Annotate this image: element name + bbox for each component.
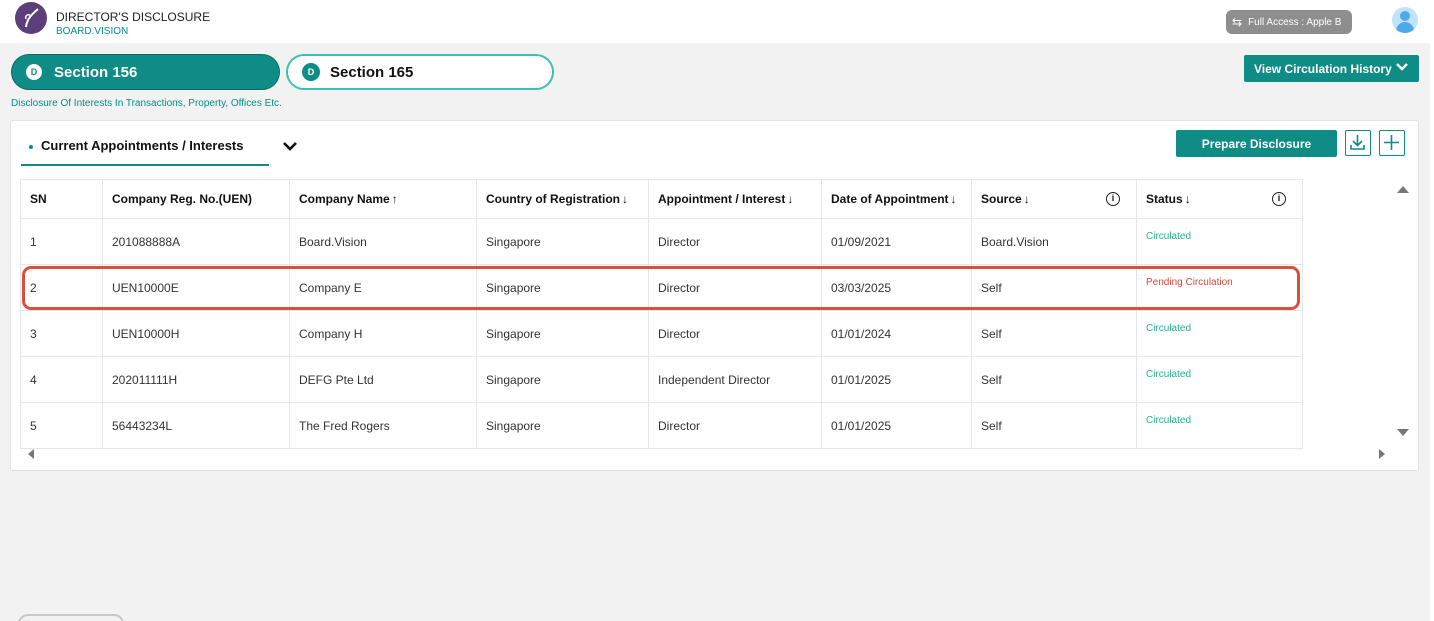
add-button[interactable] — [1379, 130, 1405, 156]
cell-company-name: Board.Vision — [289, 218, 477, 265]
section-description: Disclosure Of Interests In Transactions,… — [11, 98, 282, 109]
cell-source: Self — [971, 264, 1137, 311]
column-header-sn[interactable]: SN — [20, 179, 103, 219]
appointments-panel: Current Appointments / Interests Prepare… — [10, 120, 1419, 471]
cell-company-name: Company H — [289, 310, 477, 357]
sort-up-icon[interactable]: ↑ — [392, 192, 398, 206]
swap-arrows-icon: ⇆ — [1232, 15, 1243, 29]
column-header-source[interactable]: Source ↓ i — [971, 179, 1137, 219]
scroll-up-arrow-icon[interactable] — [1397, 186, 1409, 193]
cell-uen: 201088888A — [102, 218, 290, 265]
app-title: DIRECTOR'S DISCLOSURE — [56, 10, 211, 24]
cell-sn: 3 — [20, 310, 103, 357]
column-header-date[interactable]: Date of Appointment ↓ — [821, 179, 972, 219]
tab-label: Current Appointments / Interests — [41, 138, 244, 153]
cell-source: Self — [971, 310, 1137, 357]
tab-section-156[interactable]: D Section 156 — [11, 54, 280, 90]
access-switch-button[interactable]: ⇆ Full Access : Apple B — [1226, 10, 1352, 34]
column-header-uen[interactable]: Company Reg. No.(UEN) — [102, 179, 290, 219]
cell-uen: 56443234L — [102, 402, 290, 449]
cell-source: Self — [971, 356, 1137, 403]
cell-company-name: Company E — [289, 264, 477, 311]
cell-company-name: DEFG Pte Ltd — [289, 356, 477, 403]
sort-down-icon[interactable]: ↓ — [1024, 192, 1030, 206]
cell-appointment: Director — [648, 310, 822, 357]
cell-date: 01/09/2021 — [821, 218, 972, 265]
cell-uen: UEN10000H — [102, 310, 290, 357]
status-badge: Pending Circulation — [1136, 264, 1303, 311]
cell-sn: 4 — [20, 356, 103, 403]
column-header-company-name[interactable]: Company Name ↑ — [289, 179, 477, 219]
sort-down-icon[interactable]: ↓ — [622, 192, 628, 206]
bottom-partial-button[interactable] — [18, 614, 124, 621]
sort-down-icon[interactable]: ↓ — [951, 192, 957, 206]
sort-down-icon[interactable]: ↓ — [1185, 192, 1191, 206]
cell-date: 03/03/2025 — [821, 264, 972, 311]
info-icon[interactable]: i — [1106, 192, 1120, 206]
plus-icon — [1384, 135, 1399, 150]
view-circulation-history-button[interactable]: View Circulation History — [1244, 55, 1419, 82]
section-badge-icon: D — [26, 64, 42, 80]
table-row[interactable]: 2 UEN10000E Company E Singapore Director… — [20, 264, 1303, 311]
section-label: Section 165 — [330, 63, 414, 81]
info-icon[interactable]: i — [1272, 192, 1286, 206]
table-row[interactable]: 5 56443234L The Fred Rogers Singapore Di… — [20, 402, 1303, 449]
status-badge: Circulated — [1136, 402, 1303, 449]
scroll-down-arrow-icon[interactable] — [1397, 429, 1409, 436]
view-history-label: View Circulation History — [1254, 61, 1392, 76]
column-header-status[interactable]: Status ↓ i — [1136, 179, 1303, 219]
board-vision-logo[interactable] — [15, 2, 47, 34]
download-button[interactable] — [1345, 130, 1371, 156]
tab-section-165[interactable]: D Section 165 — [286, 54, 554, 90]
cell-source: Self — [971, 402, 1137, 449]
access-label: Full Access : Apple B — [1248, 16, 1342, 28]
sort-down-icon[interactable]: ↓ — [787, 192, 793, 206]
feather-logo-icon — [25, 8, 39, 28]
page-edge — [1430, 0, 1434, 621]
section-badge-icon: D — [302, 63, 320, 81]
cell-sn: 5 — [20, 402, 103, 449]
section-label: Section 156 — [54, 63, 138, 81]
cell-sn: 2 — [20, 264, 103, 311]
cell-company-name: The Fred Rogers — [289, 402, 477, 449]
status-badge: Circulated — [1136, 218, 1303, 265]
cell-source: Board.Vision — [971, 218, 1137, 265]
cell-appointment: Independent Director — [648, 356, 822, 403]
cell-appointment: Director — [648, 402, 822, 449]
scroll-right-arrow-icon[interactable] — [1379, 449, 1385, 459]
scroll-left-arrow-icon[interactable] — [28, 449, 34, 459]
appointments-table: SN Company Reg. No.(UEN) Company Name ↑ C… — [20, 179, 1303, 449]
column-header-appointment[interactable]: Appointment / Interest ↓ — [648, 179, 822, 219]
cell-country: Singapore — [476, 218, 649, 265]
chevron-down-icon[interactable] — [281, 137, 299, 155]
bullet-dot-icon — [29, 145, 33, 149]
cell-country: Singapore — [476, 402, 649, 449]
top-bar: DIRECTOR'S DISCLOSURE BOARD.VISION ⇆ Ful… — [0, 0, 1430, 43]
cell-uen: UEN10000E — [102, 264, 290, 311]
chevron-down-icon — [1396, 63, 1408, 71]
table-row[interactable]: 1 201088888A Board.Vision Singapore Dire… — [20, 218, 1303, 265]
cell-date: 01/01/2025 — [821, 356, 972, 403]
table-row[interactable]: 4 202011111H DEFG Pte Ltd Singapore Inde… — [20, 356, 1303, 403]
cell-appointment: Director — [648, 264, 822, 311]
status-badge: Circulated — [1136, 310, 1303, 357]
cell-country: Singapore — [476, 310, 649, 357]
cell-country: Singapore — [476, 264, 649, 311]
cell-country: Singapore — [476, 356, 649, 403]
download-icon — [1350, 135, 1365, 150]
cell-date: 01/01/2025 — [821, 402, 972, 449]
cell-date: 01/01/2024 — [821, 310, 972, 357]
cell-uen: 202011111H — [102, 356, 290, 403]
user-avatar-icon[interactable] — [1392, 7, 1418, 33]
cell-appointment: Director — [648, 218, 822, 265]
prepare-disclosure-button[interactable]: Prepare Disclosure — [1176, 130, 1337, 157]
column-header-country[interactable]: Country of Registration ↓ — [476, 179, 649, 219]
tab-current-appointments[interactable]: Current Appointments / Interests — [21, 133, 269, 166]
table-row[interactable]: 3 UEN10000H Company H Singapore Director… — [20, 310, 1303, 357]
status-badge: Circulated — [1136, 356, 1303, 403]
table-header-row: SN Company Reg. No.(UEN) Company Name ↑ C… — [20, 179, 1303, 219]
app-subtitle: BOARD.VISION — [56, 26, 129, 37]
cell-sn: 1 — [20, 218, 103, 265]
